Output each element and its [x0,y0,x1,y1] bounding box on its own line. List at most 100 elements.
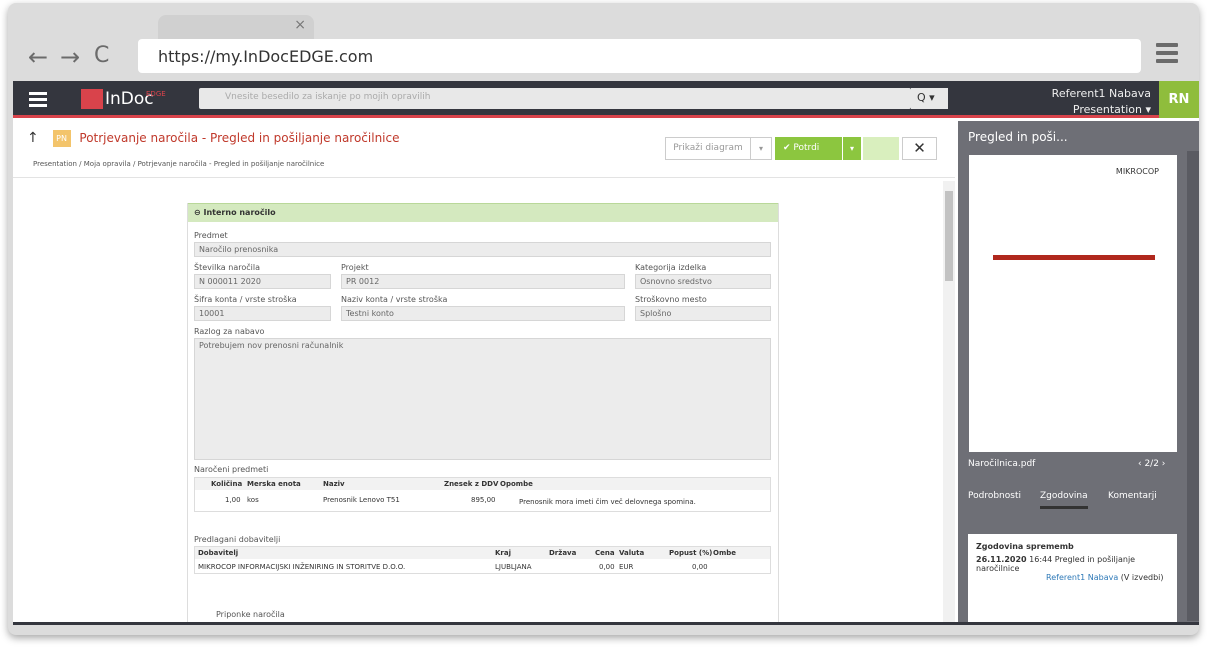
cell-dobavitelj: MIKROCOP INFORMACIJSKI INŽENIRING IN STO… [198,563,406,571]
pdf-brand: MIKROCOP [1115,167,1159,176]
label-razlog: Razlog za nabavo [194,327,265,336]
col-znesek: Znesek z DDV [444,480,499,488]
main-panel: ↑ PN Potrjevanje naročila - Pregled in p… [13,121,955,623]
label-projekt: Projekt [341,263,369,272]
history-entry: 26.11.2020 16:44 Pregled in pošiljanje n… [976,555,1169,573]
app: InDoc EDGE Vnesite besedilo za iskanje p… [13,81,1199,624]
confirm-dropdown-button[interactable]: ▾ [842,137,861,160]
entry-state: (V izvedbi) [1120,573,1164,582]
avatar[interactable]: RN [1159,81,1199,118]
user-menu[interactable]: Referent1 Nabava Presentation ▾ [1052,86,1151,118]
field-predmet[interactable]: Naročilo prenosnika [194,242,771,257]
col-opombe: Opombe [500,480,533,488]
forward-icon[interactable]: → [60,43,80,71]
document-preview[interactable]: MIKROCOP [969,155,1177,452]
search-button[interactable]: Q ▾ [911,88,948,109]
suppliers-header: Dobavitelj Kraj Država Cena Valuta Popus… [195,547,770,559]
breadcrumb[interactable]: Presentation / Moja opravila / Potrjevan… [33,160,324,168]
close-icon[interactable]: × [294,17,306,33]
col-popust: Popust (%) [669,549,713,557]
browser-menu-icon[interactable] [1156,43,1178,67]
bottom-bar [13,622,1199,625]
label-stevilka: Številka naročila [194,263,260,272]
save-button[interactable] [863,137,899,160]
preview-title: Pregled in poši... [968,130,1068,144]
page-nav[interactable]: ‹ 2/2 › [1138,459,1165,469]
cell-kraj: LJUBLJANA [495,563,532,571]
col-enota: Merska enota [247,480,301,488]
cell-enota: kos [247,496,259,504]
show-diagram-button[interactable]: Prikaži diagram [665,137,751,160]
logo-sup: EDGE [146,90,166,98]
col-drzava: Država [549,549,577,557]
cell-kolicina: 1,00 [225,496,241,504]
field-razlog[interactable]: Potrebujem nov prenosni računalnik [194,338,771,460]
cell-valuta: EUR [619,563,634,571]
col-dobavitelj: Dobavitelj [198,549,239,557]
section-header[interactable]: ⊖ Interno naročilo [188,203,778,222]
field-sifra[interactable]: 10001 [194,306,331,321]
tab-history[interactable]: Zgodovina [1040,491,1088,509]
main-scrollbar[interactable] [943,181,955,622]
browser-window: × ← → C https://my.InDocEDGE.com InDoc E… [8,3,1199,635]
tab-comments[interactable]: Komentarji [1108,491,1157,501]
reload-icon[interactable]: C [94,43,109,68]
field-kategorija[interactable]: Osnovno sredstvo [635,274,771,289]
label-naziv-konta: Naziv konta / vrste stroška [341,295,448,304]
label-mesto: Stroškovno mesto [635,295,707,304]
history-user[interactable]: Referent1 Nabava (V izvedbi) [976,573,1169,582]
cell-cena: 0,00 [599,563,615,571]
top-bar: InDoc EDGE Vnesite besedilo za iskanje p… [13,81,1199,118]
col-opombe: Ombe [713,549,737,557]
preview-panel: Pregled in poši... MIKROCOP Naročilnica.… [958,121,1199,624]
pdf-table-header [993,255,1155,260]
menu-icon[interactable] [29,92,47,110]
entry-date: 26.11.2020 [976,555,1027,564]
cell-naziv: Prenosnik Lenovo T51 [323,496,400,504]
user-name: Referent1 Nabava [1051,87,1151,100]
col-valuta: Valuta [619,549,645,557]
label-kategorija: Kategorija izdelka [635,263,707,272]
tab-details[interactable]: Podrobnosti [968,491,1021,501]
label-narocila: Naročeni predmeti [194,465,269,474]
confirm-button[interactable]: ✔ Potrdi [775,137,848,160]
confirm-label: Potrdi [793,143,820,153]
status-badge: PN [52,130,71,147]
suppliers-table: Dobavitelj Kraj Država Cena Valuta Popus… [194,546,771,574]
search-input[interactable]: Vnesite besedilo za iskanje po mojih opr… [199,88,911,109]
cell-popust: 0,00 [692,563,708,571]
col-naziv: Naziv [323,480,345,488]
field-stevilka[interactable]: N 000011 2020 [194,274,331,289]
label-priponke[interactable]: Priponke naročila [216,610,285,619]
side-scrollbar[interactable] [1187,151,1199,621]
history-panel: Zgodovina sprememb 26.11.2020 16:44 Preg… [968,534,1177,624]
label-sifra: Šifra konta / vrste stroška [194,295,297,304]
diagram-dropdown-button[interactable]: ▾ [750,137,772,160]
logo-icon [81,89,103,109]
col-kolicina: Količina [211,480,243,488]
pdf-filename[interactable]: Naročilnica.pdf [968,459,1035,469]
section-title: Interno naročilo [203,208,276,217]
close-button[interactable]: ✕ [902,137,937,160]
col-kraj: Kraj [495,549,511,557]
field-mesto[interactable]: Splošno [635,306,771,321]
entry-user: Referent1 Nabava [1046,573,1119,582]
page-title: ↑ PN Potrjevanje naročila - Pregled in p… [27,130,400,147]
col-cena: Cena [595,549,615,557]
entry-time: 16:44 [1029,555,1053,564]
order-form: ⊖ Interno naročilo Predmet Naročilo pren… [187,203,779,623]
label-predmet: Predmet [194,231,228,240]
history-title: Zgodovina sprememb [976,542,1074,551]
back-arrow-icon[interactable]: ↑ [27,130,39,146]
label-dobavitelji: Predlagani dobavitelji [194,535,281,544]
url-bar[interactable]: https://my.InDocEDGE.com [138,39,1141,73]
items-header: Količina Merska enota Naziv Znesek z DDV… [195,478,770,490]
title-text: Potrjevanje naročila - Pregled in pošilj… [79,131,400,145]
user-role: Presentation ▾ [1072,103,1151,116]
divider [13,177,955,178]
field-projekt[interactable]: PR 0012 [341,274,625,289]
field-naziv-konta[interactable]: Testni konto [341,306,625,321]
items-table: Količina Merska enota Naziv Znesek z DDV… [194,477,771,512]
browser-tab[interactable]: × [158,15,314,41]
back-icon[interactable]: ← [28,43,48,71]
